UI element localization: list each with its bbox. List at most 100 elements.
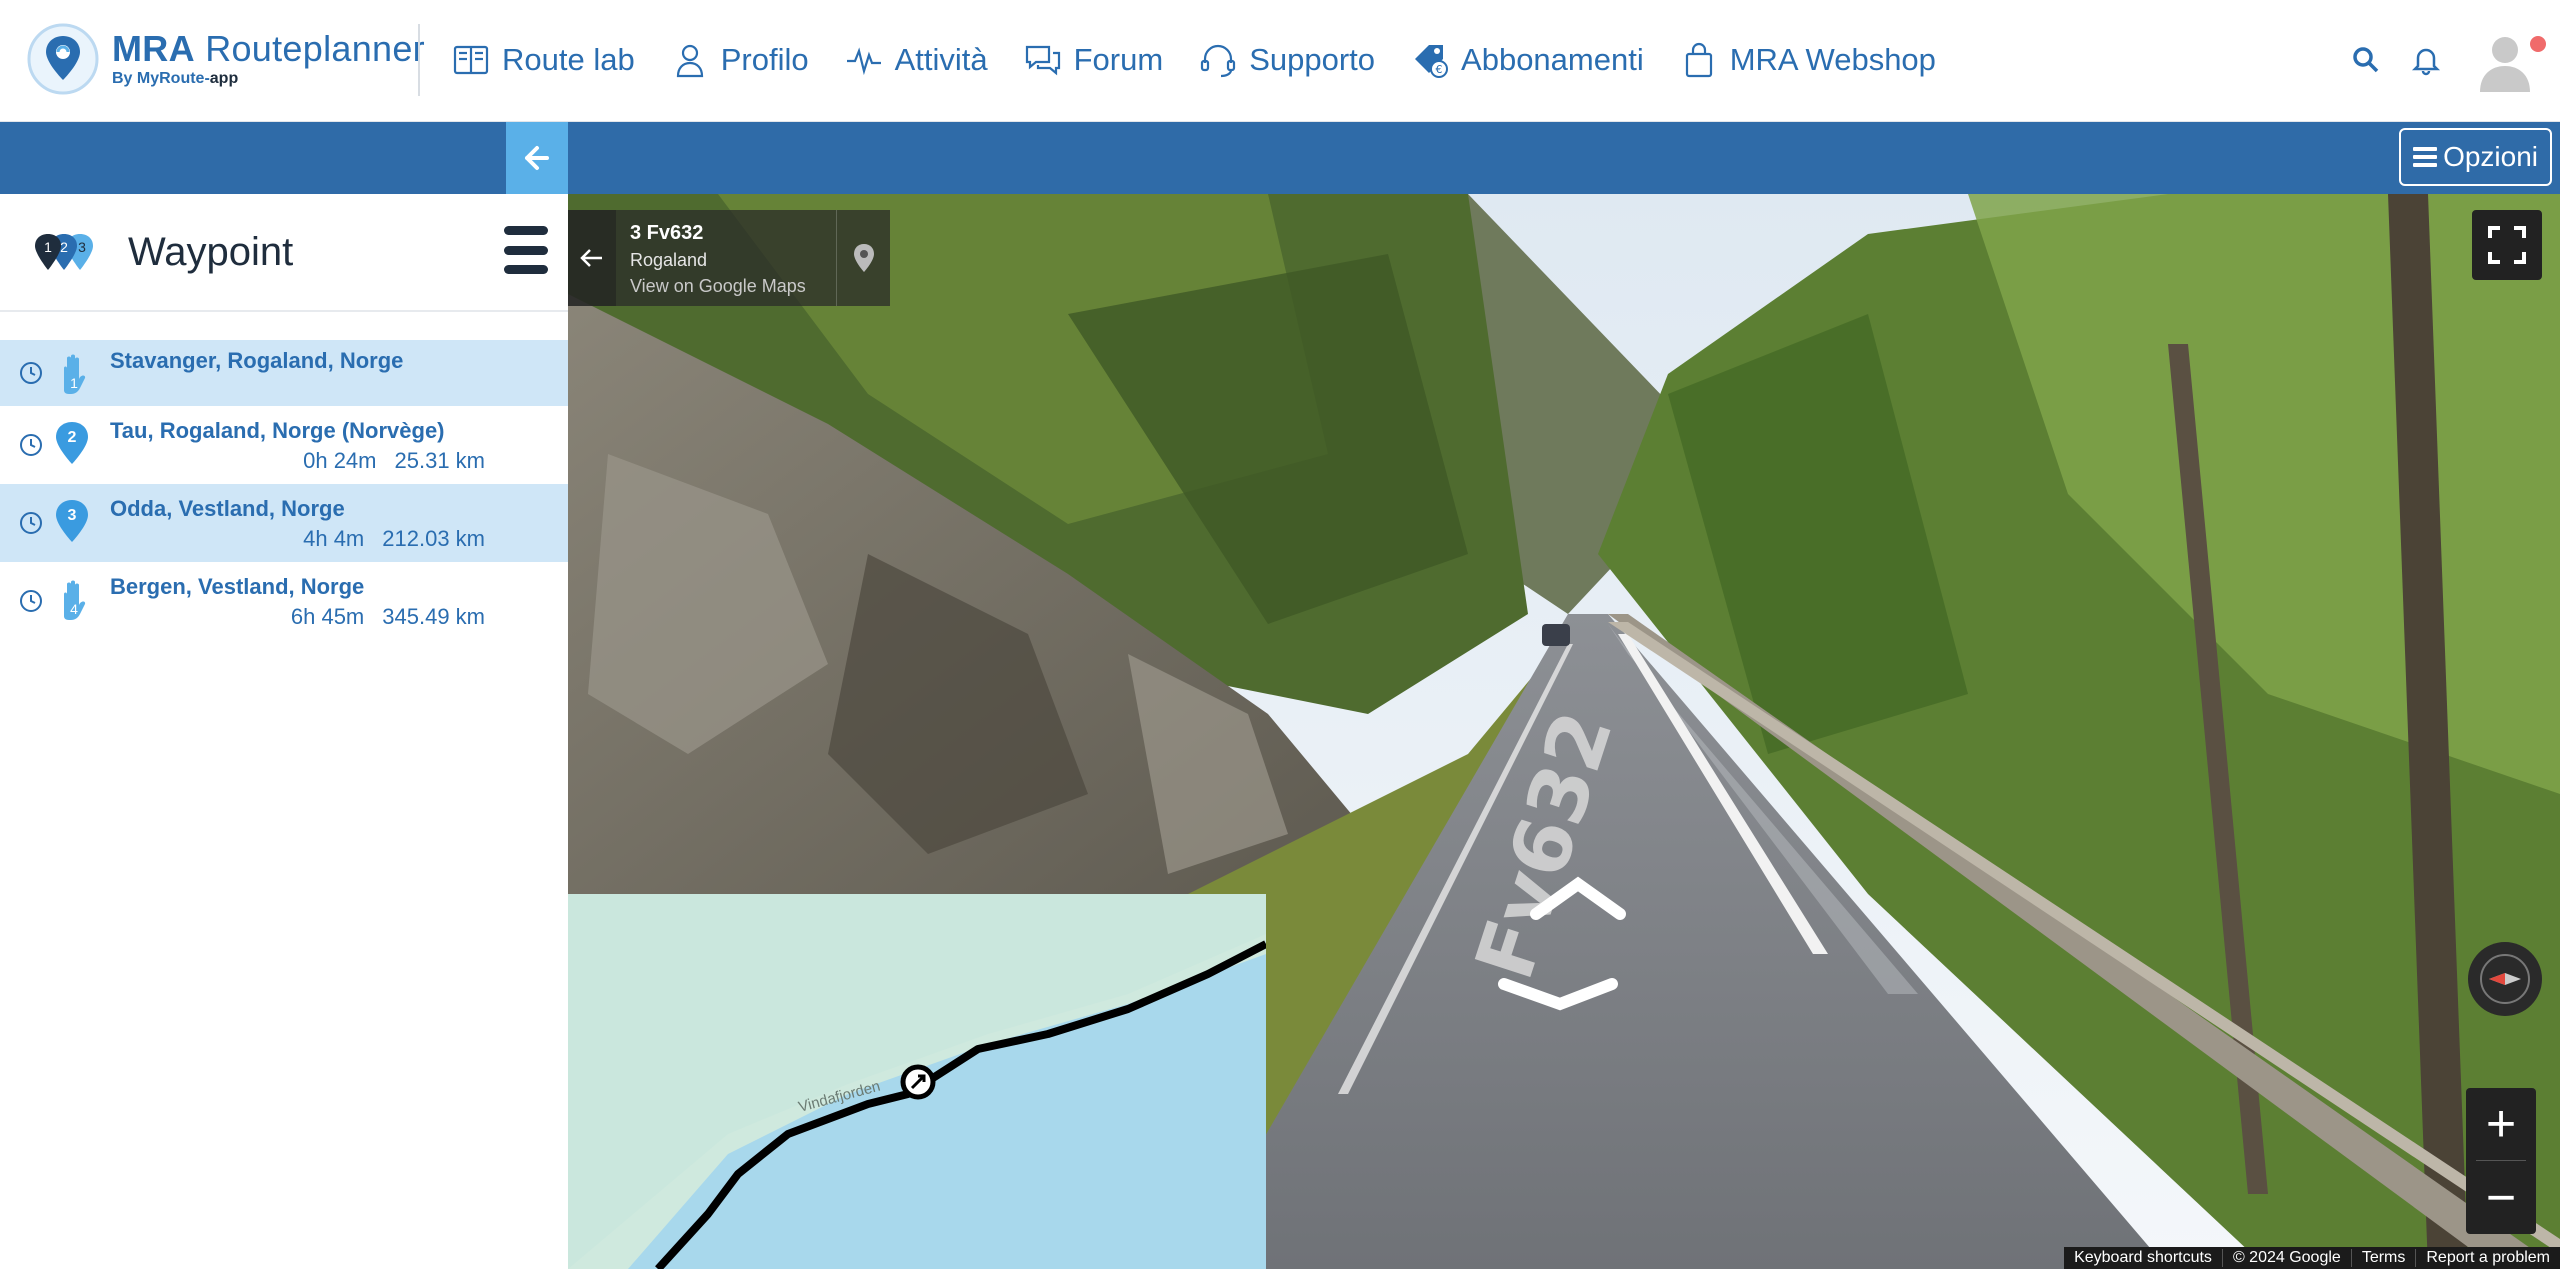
waypoints-icon: 1 2 3	[35, 234, 93, 270]
street-view-panel[interactable]: Fv632 3 Fv632 Rogaland View on Google Ma…	[568, 194, 2560, 1269]
map-pin-icon: 2	[56, 422, 88, 464]
waypoint-number: 4	[70, 601, 78, 617]
waypoint-name: Odda, Vestland, Norge	[110, 496, 345, 521]
avatar[interactable]	[2472, 26, 2538, 92]
street-view-back-button[interactable]	[568, 210, 616, 306]
compass-icon	[2480, 954, 2530, 1004]
waypoint-sidebar: 1 2 3 Waypoint 1 Stavanger, Rogaland, No…	[0, 194, 568, 1269]
bell-icon[interactable]	[2410, 44, 2442, 76]
collapse-sidebar-button[interactable]	[506, 122, 568, 194]
menu-item-attivita[interactable]: Attività	[845, 41, 988, 79]
zoom-separator	[2476, 1160, 2526, 1161]
waypoint-time: 0h 24m	[303, 448, 377, 473]
brand-logo-link[interactable]: MRA Routeplanner By MyRoute-app	[26, 22, 425, 96]
arrow-left-icon	[525, 146, 549, 170]
menu-label: Supporto	[1249, 42, 1376, 77]
waypoint-header: 1 2 3 Waypoint	[0, 194, 568, 312]
waypoint-meta: 6h 45m 345.49 km	[273, 604, 485, 630]
clock-icon[interactable]	[18, 432, 44, 458]
list-item[interactable]: 2 Tau, Rogaland, Norge (Norvège) 0h 24m 2…	[0, 406, 568, 484]
waypoint-number: 3	[68, 507, 77, 524]
street-view-road: 3 Fv632	[630, 222, 704, 244]
minimap[interactable]: Vindafjorden	[568, 894, 1266, 1269]
street-view-location-button[interactable]	[836, 210, 890, 306]
book-icon	[453, 45, 489, 75]
options-label: Opzioni	[2443, 141, 2538, 172]
menu-label: Abbonamenti	[1461, 42, 1644, 77]
terms-link[interactable]: Terms	[2350, 1249, 2416, 1267]
copyright-text: © 2024 Google	[2221, 1249, 2351, 1267]
menu-label: Attività	[894, 42, 988, 77]
fullscreen-button[interactable]	[2472, 210, 2542, 280]
waypoint-name: Stavanger, Rogaland, Norge	[110, 348, 404, 373]
badge-1: 1	[44, 239, 52, 255]
street-view-region: Rogaland	[630, 250, 708, 270]
clock-icon[interactable]	[18, 588, 44, 614]
waypoint-list: 1 Stavanger, Rogaland, Norge 2 Tau, Roga…	[0, 340, 568, 640]
headset-icon	[1201, 44, 1236, 78]
fullscreen-icon	[2488, 226, 2526, 264]
waypoint-meta: 0h 24m 25.31 km	[285, 448, 485, 474]
menu-label: Forum	[1073, 42, 1164, 77]
toolbar	[0, 122, 2560, 194]
badge-3: 3	[78, 239, 86, 255]
zoom-out-button[interactable]: −	[2466, 1162, 2536, 1234]
menu-item-profilo[interactable]: Profilo	[671, 41, 809, 79]
waypoint-menu-button[interactable]	[504, 226, 548, 274]
list-item[interactable]: 3 Odda, Vestland, Norge 4h 4m 212.03 km	[0, 484, 568, 562]
brand-subtitle: By MyRoute-app	[112, 70, 239, 87]
waypoint-title: Waypoint	[128, 230, 294, 274]
waypoint-time: 4h 4m	[303, 526, 365, 551]
menu-label: MRA Webshop	[1729, 42, 1936, 77]
svg-text:€: €	[1436, 63, 1443, 76]
menu-item-supporto[interactable]: Supporto	[1199, 41, 1375, 79]
search-icon[interactable]	[2350, 44, 2382, 76]
top-navigation: MRA Routeplanner By MyRoute-app Route la…	[0, 0, 2560, 122]
waypoint-distance: 25.31 km	[394, 448, 486, 473]
brand-title: MRA Routeplanner	[112, 28, 425, 69]
menu-item-abbonamenti[interactable]: € Abbonamenti	[1411, 41, 1644, 79]
waypoint-time: 6h 45m	[290, 604, 365, 629]
arrow-left-icon	[580, 249, 602, 267]
report-problem-link[interactable]: Report a problem	[2415, 1249, 2560, 1267]
chat-icon	[1025, 45, 1060, 76]
waypoint-number: 2	[68, 429, 77, 446]
keyboard-shortcuts-link[interactable]: Keyboard shortcuts	[2064, 1249, 2222, 1267]
options-button[interactable]: Opzioni	[2399, 128, 2552, 186]
street-view-info-box: 3 Fv632 Rogaland View on Google Maps	[568, 210, 890, 306]
mra-logo-icon	[27, 23, 99, 95]
hamburger-icon	[2413, 147, 2438, 167]
waypoint-name: Bergen, Vestland, Norge	[110, 574, 365, 599]
menu-item-forum[interactable]: Forum	[1024, 41, 1164, 79]
user-icon	[676, 44, 703, 78]
compass-button[interactable]	[2468, 942, 2542, 1016]
zoom-control: + −	[2466, 1088, 2536, 1234]
hand-stop-icon: 1	[64, 354, 86, 394]
badge-2: 2	[60, 239, 68, 255]
notification-dot	[2530, 36, 2546, 52]
waypoint-distance: 345.49 km	[382, 604, 485, 629]
activity-icon	[846, 47, 881, 76]
bag-icon	[1685, 42, 1712, 78]
waypoint-distance: 212.03 km	[382, 526, 485, 551]
waypoint-meta: 4h 4m 212.03 km	[285, 526, 485, 552]
location-pin-icon	[853, 244, 874, 272]
tag-icon: €	[1415, 45, 1449, 78]
list-item[interactable]: 1 Stavanger, Rogaland, Norge	[0, 340, 568, 406]
clock-icon[interactable]	[18, 510, 44, 536]
view-on-google-maps-link[interactable]: View on Google Maps	[630, 276, 806, 297]
menu-label: Route lab	[502, 42, 635, 77]
menu-label: Profilo	[720, 42, 809, 77]
menu-item-mra-webshop[interactable]: MRA Webshop	[1680, 41, 1936, 79]
list-item[interactable]: 4 Bergen, Vestland, Norge 6h 45m 345.49 k…	[0, 562, 568, 640]
menu-item-route-lab[interactable]: Route lab	[452, 41, 635, 79]
main-menu: Route lab Profilo Attività Forum Support…	[452, 0, 1972, 120]
zoom-in-button[interactable]: +	[2466, 1088, 2536, 1160]
attribution-bar: Keyboard shortcuts © 2024 Google Terms R…	[2064, 1247, 2560, 1269]
clock-icon[interactable]	[18, 360, 44, 386]
map-pin-icon: 3	[56, 500, 88, 542]
waypoint-name: Tau, Rogaland, Norge (Norvège)	[110, 418, 445, 443]
hand-stop-icon: 4	[64, 580, 86, 620]
waypoint-number: 1	[70, 375, 78, 391]
brand-divider	[418, 24, 420, 96]
